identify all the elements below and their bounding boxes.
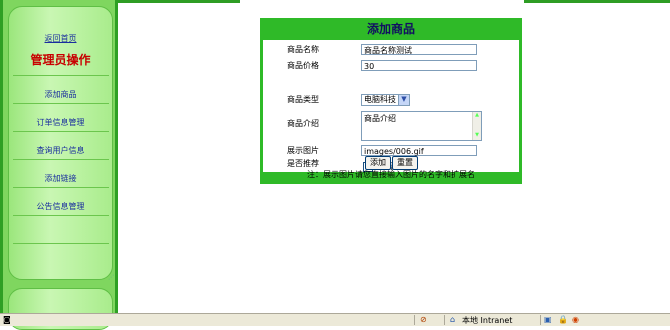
scroll-down-icon[interactable]: ▼ xyxy=(473,132,481,140)
reset-button[interactable]: 重置 xyxy=(392,156,418,170)
blocked-icon: ⊘ xyxy=(420,315,427,324)
product-type-value: 电脑科技 xyxy=(364,95,396,104)
left-nav-frame: 返回首页 管理员操作 添加商品 订单信息管理 查询用户信息 添加链接 公告信息管… xyxy=(0,0,118,330)
add-button[interactable]: 添加 xyxy=(365,156,391,170)
home-link[interactable]: 返回首页 xyxy=(9,33,112,44)
menu-divider xyxy=(13,159,109,160)
resize-grip-icon[interactable]: ⋰ xyxy=(108,274,114,281)
recommend-label: 是否推荐 xyxy=(287,159,319,168)
chevron-down-icon[interactable]: ▼ xyxy=(398,95,409,105)
status-divider xyxy=(414,315,415,325)
status-divider xyxy=(540,315,541,325)
admin-title: 管理员操作 xyxy=(30,53,91,67)
form-title: 添加商品 xyxy=(366,22,415,36)
frame-edge xyxy=(0,0,3,313)
product-image-label: 展示图片 xyxy=(287,146,319,155)
menu-divider xyxy=(13,215,109,216)
intranet-icon: ⌂ xyxy=(450,315,456,324)
menu-divider xyxy=(13,75,109,76)
menu-divider xyxy=(13,187,109,188)
product-image-input[interactable]: images/006.gif xyxy=(361,145,477,156)
zone-label: 本地 Intranet xyxy=(462,316,513,325)
form-note: 注：展示图片请您直接输入图片的名字和扩展名 xyxy=(307,170,475,179)
menu-item-add-link[interactable]: 添加链接 xyxy=(9,173,112,184)
form-body: 商品名称 商品名称测试 商品价格 30 商品类型 电脑科技 ▼ 商品介绍 商品介… xyxy=(263,40,519,172)
product-name-input[interactable]: 商品名称测试 xyxy=(361,44,477,55)
menu-divider xyxy=(13,243,109,244)
menu-divider xyxy=(13,103,109,104)
status-bar: ◙ ⊘ ⌂ 本地 Intranet ▣ 🔒 ◉ xyxy=(0,313,670,326)
product-type-select[interactable]: 电脑科技 ▼ xyxy=(361,94,410,106)
lock-icon: 🔒 xyxy=(558,315,568,324)
product-type-label: 商品类型 xyxy=(287,95,319,104)
product-price-input[interactable]: 30 xyxy=(361,60,477,71)
menu-item-user-query[interactable]: 查询用户信息 xyxy=(9,145,112,156)
top-frame-bar xyxy=(524,0,670,3)
menu-item-notice-management[interactable]: 公告信息管理 xyxy=(9,201,112,212)
menu-item-order-management[interactable]: 订单信息管理 xyxy=(9,117,112,128)
textarea-scrollbar[interactable]: ▲ ▼ xyxy=(472,112,481,140)
product-intro-text: 商品介绍 xyxy=(364,114,396,123)
screen-icon: ▣ xyxy=(544,315,552,324)
menu-divider xyxy=(13,131,109,132)
scroll-up-icon[interactable]: ▲ xyxy=(473,112,481,120)
frame-edge xyxy=(115,0,118,313)
product-intro-label: 商品介绍 xyxy=(287,119,319,128)
product-intro-textarea[interactable]: 商品介绍 ▲ ▼ xyxy=(361,111,482,141)
top-frame-bar xyxy=(118,0,240,3)
product-price-label: 商品价格 xyxy=(287,61,319,70)
add-product-form: 添加商品 商品名称 商品名称测试 商品价格 30 商品类型 电脑科技 ▼ 商品介… xyxy=(260,18,522,184)
admin-nav-panel: 返回首页 管理员操作 添加商品 订单信息管理 查询用户信息 添加链接 公告信息管… xyxy=(8,6,114,281)
privacy-icon: ◉ xyxy=(572,315,579,324)
page-done-icon: ◙ xyxy=(3,315,11,324)
product-name-label: 商品名称 xyxy=(287,45,319,54)
status-divider xyxy=(444,315,445,325)
menu-item-add-product[interactable]: 添加商品 xyxy=(9,89,112,100)
